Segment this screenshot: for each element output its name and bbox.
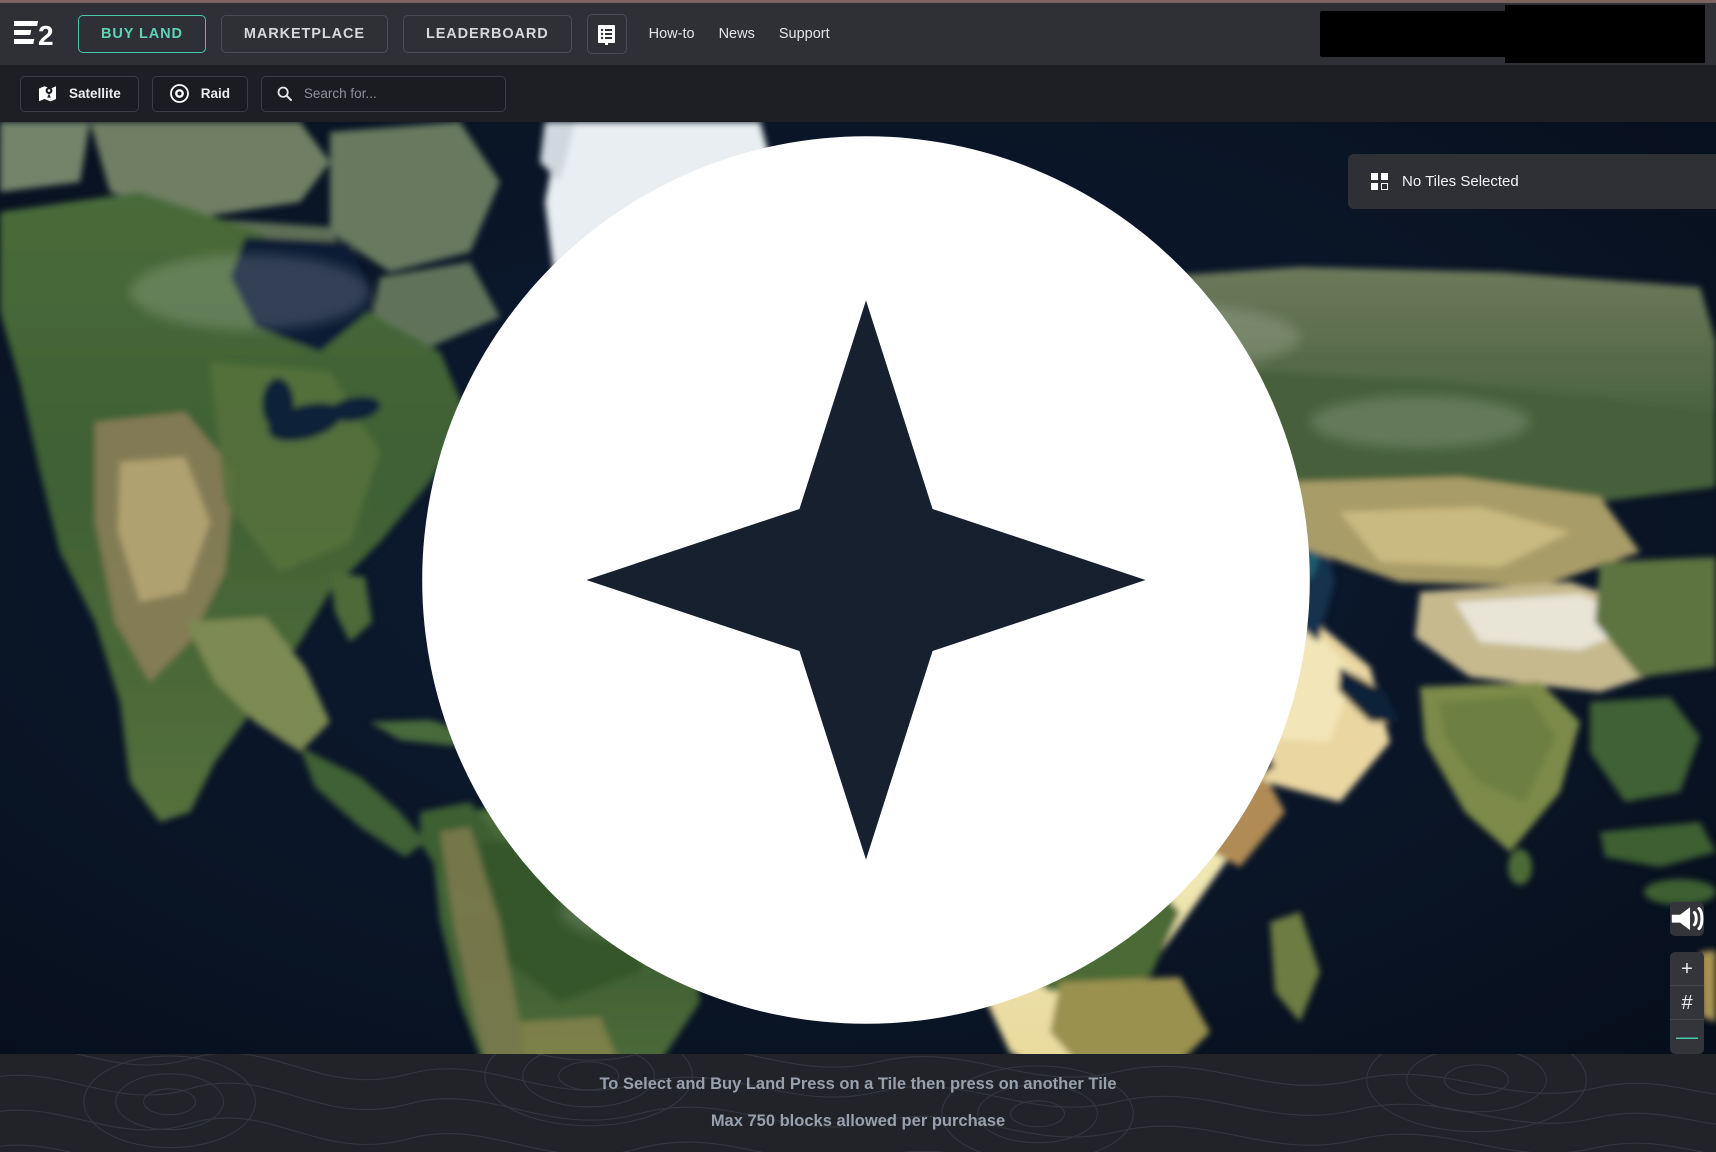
satellite-map-canvas[interactable]: No Tiles Selected mapbox + # — — [0, 122, 1716, 1054]
zoom-out-button[interactable]: — — [1670, 1020, 1704, 1054]
svg-text:2: 2 — [38, 20, 54, 51]
instruction-footer: To Select and Buy Land Press on a Tile t… — [0, 1054, 1716, 1152]
document-list-button[interactable] — [586, 14, 627, 54]
mapbox-logo-icon — [422, 136, 1310, 1024]
footer-text-group: To Select and Buy Land Press on a Tile t… — [0, 1054, 1716, 1152]
document-list-icon — [598, 24, 616, 45]
map-pin-icon — [39, 85, 56, 101]
raid-label: Raid — [200, 86, 231, 101]
zoom-in-button[interactable]: + — [1670, 952, 1704, 986]
redacted-region-right — [1505, 5, 1705, 63]
tiles-grid-icon — [1371, 173, 1388, 190]
link-how-to[interactable]: How-to — [649, 26, 695, 42]
app-root: 2 BUY LAND MARKETPLACE LEADERBOARD How-t… — [0, 0, 1716, 1152]
toggle-grid-button[interactable]: # — [1670, 986, 1704, 1020]
announcements-button[interactable] — [1670, 902, 1704, 936]
raid-toggle-button[interactable]: Raid — [151, 75, 249, 112]
footer-instruction-secondary: Max 750 blocks allowed per purchase — [710, 1112, 1006, 1130]
search-icon — [277, 86, 292, 102]
map-search-box[interactable] — [261, 75, 507, 112]
map-zoom-controls: + # — — [1670, 952, 1704, 1054]
satellite-toggle-button[interactable]: Satellite — [20, 75, 139, 112]
selected-tiles-panel: No Tiles Selected — [1348, 154, 1716, 209]
top-navigation-bar: 2 BUY LAND MARKETPLACE LEADERBOARD How-t… — [0, 0, 1716, 65]
link-support[interactable]: Support — [779, 26, 830, 42]
target-icon — [169, 84, 189, 103]
selected-tiles-label: No Tiles Selected — [1402, 173, 1519, 190]
mapbox-attribution[interactable]: mapbox — [8, 122, 1716, 1046]
map-search-input[interactable] — [303, 86, 491, 101]
link-news[interactable]: News — [719, 26, 755, 42]
earth2-logo[interactable]: 2 — [14, 17, 60, 51]
map-toolbar: Satellite Raid — [0, 65, 1716, 122]
footer-instruction-primary: To Select and Buy Land Press on a Tile t… — [599, 1075, 1117, 1093]
satellite-label: Satellite — [69, 86, 121, 101]
nav-buy-land[interactable]: BUY LAND — [78, 15, 206, 53]
nav-marketplace[interactable]: MARKETPLACE — [220, 15, 388, 53]
nav-leaderboard[interactable]: LEADERBOARD — [402, 15, 572, 53]
